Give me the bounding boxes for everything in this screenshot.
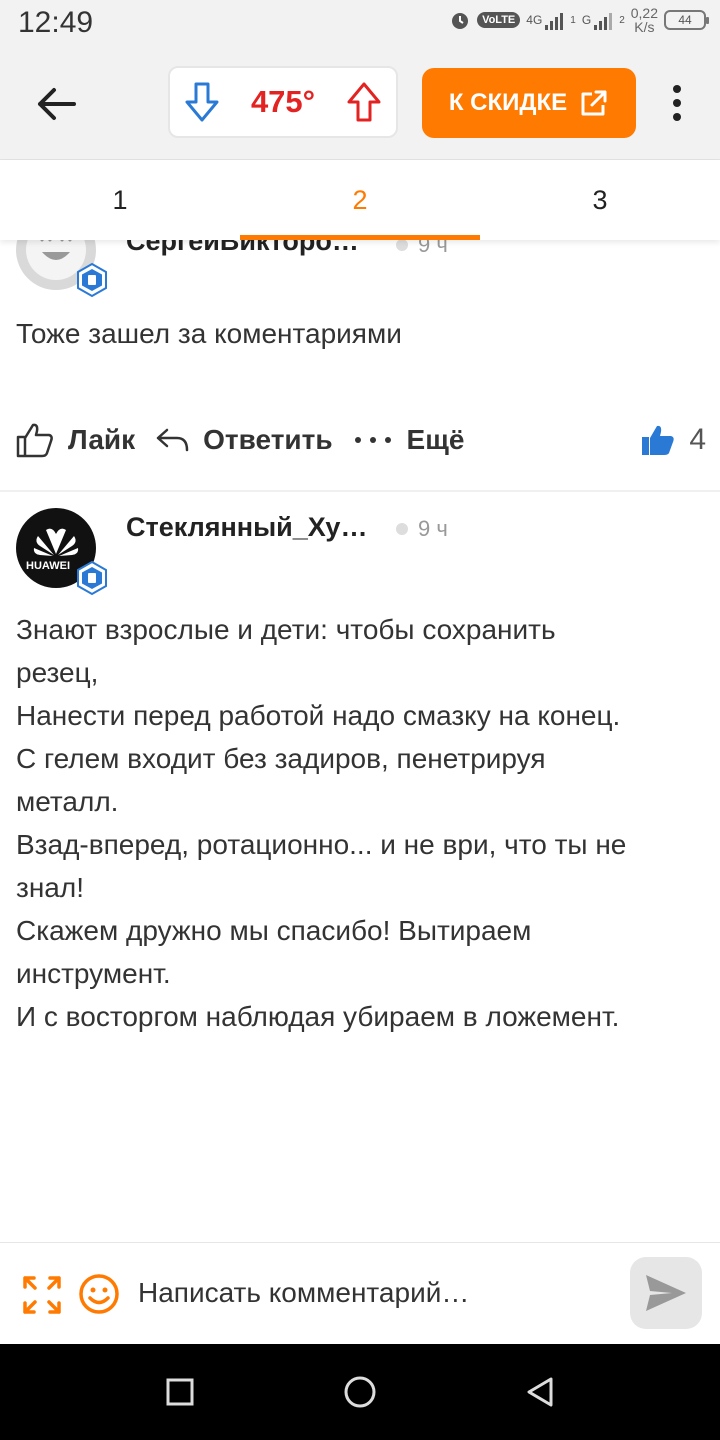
square-icon (166, 1378, 194, 1406)
avatar-text: HUAWEI (26, 560, 70, 572)
triangle-back-icon (527, 1377, 553, 1407)
rating-widget: 475° (168, 66, 398, 138)
more-actions-button[interactable]: Ещё (353, 424, 465, 456)
comment-item: СергейВикторо… 9 ч Тоже зашел за комента… (0, 240, 720, 490)
thumbs-up-outline-icon (16, 423, 53, 458)
comment-actions: Лайк Ответить Ещё 4 (16, 420, 706, 460)
thumbs-up-filled-icon (642, 425, 674, 455)
more-menu-button[interactable] (660, 78, 694, 128)
comment-text-line: Скажем дружно мы спасибо! Вытираем (16, 915, 532, 946)
comments-list: СергейВикторо… 9 ч Тоже зашел за комента… (0, 240, 720, 1242)
arrow-left-icon (38, 88, 76, 120)
like-button[interactable]: Лайк (16, 422, 135, 458)
tab-page-2[interactable]: 2 (240, 160, 480, 240)
comment-time: 9 ч (396, 240, 448, 258)
comment-text-line: И с восторгом наблюдая убираем в ложемен… (16, 1001, 620, 1032)
comment-time: 9 ч (396, 516, 448, 542)
status-bar: 12:49 VoLTE 4G 1 G 2 0,22 K/s 44 (0, 0, 720, 48)
separator-dot (396, 240, 408, 251)
home-button[interactable] (340, 1372, 380, 1412)
comment-text-line: инструмент. (16, 958, 171, 989)
comment-author[interactable]: СергейВикторо… (126, 240, 359, 257)
signal-icon-sim1 (545, 13, 564, 30)
signal-icon-sim2 (594, 13, 613, 30)
tab-page-1[interactable]: 1 (0, 160, 240, 240)
smiley-icon (79, 1274, 119, 1314)
alarm-icon (452, 13, 469, 29)
ellipsis-icon (354, 437, 391, 443)
external-link-icon (581, 90, 607, 116)
network-speed: 0,22 K/s (631, 6, 658, 34)
back-button[interactable] (30, 78, 82, 130)
reply-arrow-icon (156, 428, 189, 452)
user-level-badge-icon (77, 262, 107, 298)
separator-dot (396, 523, 408, 535)
expand-composer-button[interactable] (22, 1275, 62, 1315)
system-navigation-bar (0, 1344, 720, 1440)
more-label: Ещё (406, 424, 465, 455)
sim2-label: 2 (619, 14, 625, 26)
to-deal-label: К СКИДКЕ (448, 89, 568, 116)
system-back-button[interactable] (520, 1372, 560, 1412)
comment-composer: Написать комментарий… (0, 1242, 720, 1344)
volte-badge: VoLTE (477, 12, 521, 28)
comment-author[interactable]: Стеклянный_Ху… (126, 512, 367, 543)
network-speed-unit: K/s (634, 19, 655, 35)
network-g-label: G (581, 13, 592, 27)
sim1-label: 1 (570, 14, 576, 26)
to-deal-button[interactable]: К СКИДКЕ (422, 68, 636, 138)
rating-value: 475° (250, 84, 316, 119)
header-toolbar: 475° К СКИДКЕ (0, 48, 720, 160)
expand-arrows-icon (23, 1276, 61, 1314)
kebab-dot-icon (673, 99, 681, 107)
comment-item: HUAWEI Стеклянный_Ху… 9 ч Знают взрослые… (0, 492, 720, 1032)
emoji-button[interactable] (78, 1273, 120, 1315)
reply-button[interactable]: Ответить (155, 424, 333, 456)
status-time: 12:49 (18, 6, 94, 39)
battery-icon: 44 (664, 10, 709, 30)
comment-text-line: металл. (16, 786, 119, 817)
status-icons: VoLTE 4G 1 G 2 0,22 K/s 44 (449, 6, 709, 34)
recents-button[interactable] (160, 1372, 200, 1412)
comment-time-label: 9 ч (418, 516, 448, 541)
user-level-badge-icon (77, 560, 107, 596)
vote-down-button[interactable] (182, 80, 222, 124)
comment-text: Тоже зашел за коментариями (16, 318, 402, 349)
comment-text-line: Взад-вперед, ротационно... и не ври, что… (16, 829, 627, 860)
like-label: Лайк (68, 424, 136, 455)
likes-count: 4 (689, 423, 706, 456)
comment-pages-tabs: 1 2 3 (0, 160, 720, 240)
circle-icon (344, 1376, 376, 1408)
network-4g-label: 4G (526, 13, 543, 27)
comment-text: Знают взрослые и дети: чтобы сохранить р… (16, 608, 711, 1038)
send-icon (646, 1275, 686, 1311)
comment-text-line: С гелем входит без задиров, пенетрируя (16, 743, 546, 774)
likes-counter: 4 (641, 423, 706, 457)
arrow-down-icon (185, 82, 219, 122)
vote-up-button[interactable] (344, 80, 384, 124)
comment-text-line: резец, (16, 657, 99, 688)
kebab-dot-icon (673, 85, 681, 93)
send-button[interactable] (630, 1257, 702, 1329)
comment-text-line: Нанести перед работой надо смазку на кон… (16, 700, 621, 731)
tab-page-3[interactable]: 3 (480, 160, 720, 240)
comment-input[interactable]: Написать комментарий… (138, 1277, 469, 1309)
comment-text-line: знал! (16, 872, 84, 903)
arrow-up-icon (347, 82, 381, 122)
kebab-dot-icon (673, 113, 681, 121)
comment-time-label: 9 ч (418, 240, 448, 257)
network-speed-value: 0,22 (630, 5, 658, 21)
reply-label: Ответить (203, 424, 333, 455)
comment-text-line: Знают взрослые и дети: чтобы сохранить (16, 614, 556, 645)
